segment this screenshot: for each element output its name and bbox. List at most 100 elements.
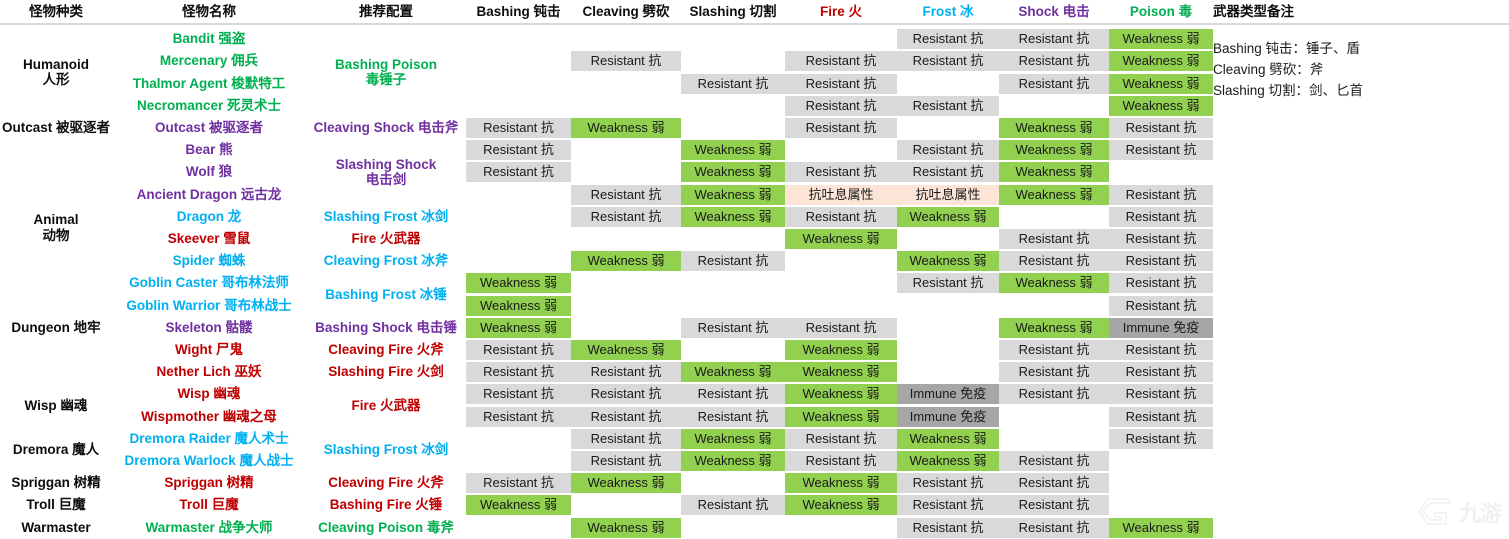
monster-name-cell: Skeleton 骷髅 [165,319,253,335]
resistance-cell-fire: Resistant 抗 [785,95,897,116]
monster-name-cell: Ancient Dragon 远古龙 [136,186,282,202]
monster-name-cell: Spider 蜘蛛 [172,253,246,269]
resistance-cell-cleaving: Resistant 抗 [571,206,681,227]
column-header-name: 怪物名称 [182,4,236,19]
monster-name-cell: Goblin Warrior 哥布林战士 [126,297,292,313]
column-header-notes: 武器类型备注 [1213,4,1294,19]
resistance-cell-bashing: Resistant 抗 [466,339,571,360]
monster-name-cell: Wight 尸鬼 [174,342,244,358]
resistance-cell-bashing: Resistant 抗 [466,406,571,427]
monster-kind-cell: Warmaster [21,519,91,535]
recommended-build-cell: Cleaving Shock 电击斧 [313,120,459,136]
resistance-cell-bashing: Weakness 弱 [466,273,571,294]
resistance-cell-frost: Resistant 抗 [897,51,999,72]
resistance-cell-bashing: Weakness 弱 [466,495,571,516]
monster-name-cell: Warmaster 战争大师 [145,519,273,535]
resistance-cell-bashing: Resistant 抗 [466,117,571,138]
recommended-build-cell: Bashing Frost 冰锤 [325,286,447,302]
resistance-cell-slashing: Resistant 抗 [681,406,785,427]
resistance-cell-shock: Resistant 抗 [999,251,1109,272]
resistance-cell-bashing: Resistant 抗 [466,162,571,183]
resistance-cell-frost: Weakness 弱 [897,450,999,471]
resistance-cell-frost: Weakness 弱 [897,251,999,272]
resistance-cell-poison: Resistant 抗 [1109,406,1213,427]
monster-kind-cell: Dremora 魔人 [12,441,100,457]
resistance-cell-shock: Resistant 抗 [999,495,1109,516]
monster-name-cell: Wisp 幽魂 [177,386,241,402]
recommended-build-cell: Bashing Fire 火锤 [329,497,443,513]
recommended-build-cell: Fire 火武器 [351,397,421,413]
resistance-cell-fire: Resistant 抗 [785,450,897,471]
weapon-type-notes: Bashing 钝击：锤子、盾 Cleaving 劈砍：斧 Slashing 切… [1213,41,1364,98]
recommended-build-cell: Fire 火武器 [351,231,421,247]
watermark-text: 九游 [1458,502,1502,527]
resistance-cell-cleaving: Weakness 弱 [571,473,681,494]
resistance-cell-frost: Resistant 抗 [897,95,999,116]
recommended-build-cell: Cleaving Fire 火斧 [328,342,444,358]
resistance-cell-slashing: Weakness 弱 [681,450,785,471]
resistance-cell-poison: Resistant 抗 [1109,273,1213,294]
resistance-cell-slashing: Resistant 抗 [681,384,785,405]
resistance-cell-fire: Resistant 抗 [785,73,897,94]
resistance-cell-cleaving: Weakness 弱 [571,251,681,272]
monster-name-cell: Dremora Warlock 魔人战士 [124,453,294,469]
resistance-cell-cleaving: Resistant 抗 [571,428,681,449]
resistance-cell-cleaving: Weakness 弱 [571,117,681,138]
resistance-cell-fire: Weakness 弱 [785,362,897,383]
monster-kind-cell: Spriggan 树精 [11,475,101,491]
resistance-cell-frost: Immune 免疫 [897,384,999,405]
resistance-cell-fire: Weakness 弱 [785,384,897,405]
resistance-cell-cleaving: Weakness 弱 [571,339,681,360]
column-header-slashing: Slashing 切割 [689,4,777,19]
resistance-cell-fire: Weakness 弱 [785,495,897,516]
resistance-cell-bashing: Resistant 抗 [466,473,571,494]
recommended-build-cell: Bashing Shock 电击锤 [315,319,457,335]
monster-kind-cell: Outcast 被驱逐者 [1,120,110,136]
resistance-cell-shock: Resistant 抗 [999,73,1109,94]
resistance-cell-fire: Weakness 弱 [785,473,897,494]
column-header-frost: Frost 冰 [922,4,974,19]
resistance-cell-frost: Resistant 抗 [897,162,999,183]
resistance-cell-poison: Resistant 抗 [1109,184,1213,205]
monster-name-cell: Necromancer 死灵术士 [136,97,282,113]
resistance-cell-frost: Resistant 抗 [897,473,999,494]
resistance-cell-poison: Resistant 抗 [1109,206,1213,227]
resistance-cell-slashing: Weakness 弱 [681,362,785,383]
resistance-cell-shock: Weakness 弱 [999,273,1109,294]
resistance-cell-slashing: Weakness 弱 [681,428,785,449]
monster-name-cell: Outcast 被驱逐者 [154,120,263,136]
watermark: 九游 [1416,494,1502,530]
resistance-cell-fire: Weakness 弱 [785,339,897,360]
resistance-cell-shock: Resistant 抗 [999,517,1109,538]
resistance-cell-poison: Immune 免疫 [1109,317,1213,338]
recommended-build-cell: Cleaving Poison 毒斧 [318,519,454,535]
resistance-cell-poison: Resistant 抗 [1109,295,1213,316]
resistance-cell-shock: Resistant 抗 [999,339,1109,360]
recommended-build-cell: Slashing Frost 冰剑 [323,441,449,457]
resistance-cell-fire: Resistant 抗 [785,162,897,183]
resistance-cell-poison: Resistant 抗 [1109,339,1213,360]
resistance-cell-bashing: Resistant 抗 [466,140,571,161]
resistance-cell-poison: Weakness 弱 [1109,29,1213,50]
resistance-cell-shock: Weakness 弱 [999,162,1109,183]
resistance-cell-bashing: Resistant 抗 [466,384,571,405]
monster-kind-cell: Animal 动物 [33,212,79,243]
resistance-cell-frost: 抗吐息属性 [897,184,999,205]
recommended-build-cell: Slashing Frost 冰剑 [323,208,449,224]
resistance-cell-cleaving: Weakness 弱 [571,517,681,538]
resistance-cell-frost: Weakness 弱 [897,206,999,227]
resistance-cell-shock: Resistant 抗 [999,450,1109,471]
monster-name-cell: Troll 巨魔 [179,497,239,513]
monster-name-cell: Goblin Caster 哥布林法师 [129,275,289,291]
resistance-cell-poison: Weakness 弱 [1109,517,1213,538]
monster-kind-cell: Dungeon 地牢 [11,319,101,335]
resistance-cell-poison: Resistant 抗 [1109,362,1213,383]
resistance-cell-fire: Resistant 抗 [785,317,897,338]
resistance-cell-shock: Resistant 抗 [999,473,1109,494]
resistance-cell-cleaving: Resistant 抗 [571,362,681,383]
monster-name-cell: Thalmor Agent 梭默特工 [132,75,286,91]
monster-kind-cell: Wisp 幽魂 [24,397,88,413]
resistance-cell-fire: Weakness 弱 [785,228,897,249]
resistance-cell-poison: Resistant 抗 [1109,251,1213,272]
monster-name-cell: Wolf 狼 [185,164,233,180]
